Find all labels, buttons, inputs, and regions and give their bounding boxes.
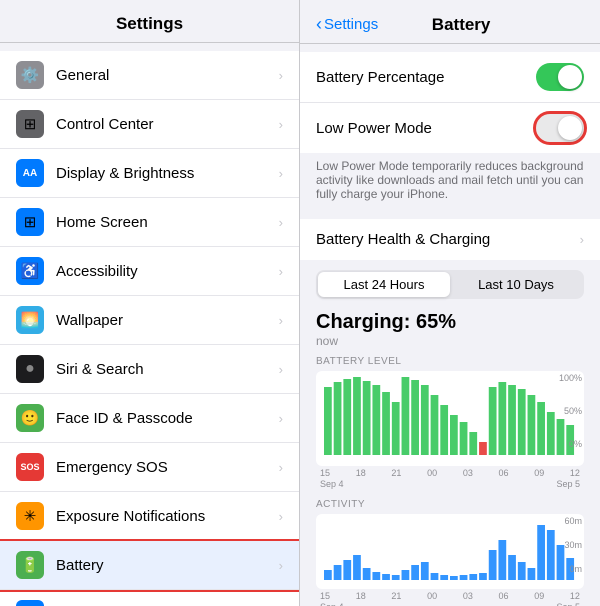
faceid-label: Face ID & Passcode	[56, 410, 279, 427]
sidebar-item-home-screen[interactable]: ⊞ Home Screen›	[0, 198, 299, 247]
battery-percentage-toggle[interactable]	[536, 63, 584, 91]
display-chevron-icon: ›	[279, 166, 283, 181]
left-header: Settings	[0, 0, 299, 43]
sidebar-item-battery[interactable]: 🔋 Battery›	[0, 541, 299, 590]
battery-chart-container: 100% 50% 0%	[316, 371, 584, 466]
battery-percentage-label: Battery Percentage	[316, 69, 536, 86]
battery-chevron-icon: ›	[279, 558, 283, 573]
accessibility-icon: ♿	[16, 257, 44, 285]
display-icon: AA	[16, 159, 44, 187]
privacy-icon: 🤚	[16, 600, 44, 606]
battery-date-labels: Sep 4 Sep 5	[316, 479, 584, 489]
low-power-description: Low Power Mode temporarily reduces backg…	[300, 153, 600, 211]
sidebar-item-control-center[interactable]: ⊞ Control Center›	[0, 100, 299, 149]
exposure-chevron-icon: ›	[279, 509, 283, 524]
wallpaper-label: Wallpaper	[56, 312, 279, 329]
siri-label: Siri & Search	[56, 361, 279, 378]
battery-health-row[interactable]: Battery Health & Charging ›	[300, 219, 600, 260]
sidebar-item-siri[interactable]: ● Siri & Search›	[0, 345, 299, 394]
control-center-chevron-icon: ›	[279, 117, 283, 132]
battery-icon: 🔋	[16, 551, 44, 579]
activity-y-30-label: 30m	[564, 540, 582, 550]
sidebar-item-general[interactable]: ⚙️ General›	[0, 51, 299, 100]
home-screen-chevron-icon: ›	[279, 215, 283, 230]
settings-list: ⚙️General›⊞Control Center›AADisplay & Br…	[0, 51, 299, 606]
exposure-icon: ✳	[16, 502, 44, 530]
activity-section: ACTIVITY 60m 30m 0m	[300, 493, 600, 606]
back-chevron-icon: ‹	[316, 14, 322, 35]
right-header: ‹ Settings Battery	[300, 0, 600, 44]
control-center-icon: ⊞	[16, 110, 44, 138]
low-power-toggle[interactable]	[536, 114, 584, 142]
battery-right-panel: ‹ Settings Battery Battery Percentage Lo…	[300, 0, 600, 606]
siri-chevron-icon: ›	[279, 362, 283, 377]
exposure-label: Exposure Notifications	[56, 508, 279, 525]
accessibility-label: Accessibility	[56, 263, 279, 280]
sidebar-item-accessibility[interactable]: ♿ Accessibility›	[0, 247, 299, 296]
left-title: Settings	[16, 14, 283, 34]
tab-10days[interactable]: Last 10 Days	[450, 272, 582, 297]
right-title: Battery	[378, 15, 544, 35]
settings-group-0: ⚙️General›⊞Control Center›AADisplay & Br…	[0, 51, 299, 606]
sidebar-item-faceid[interactable]: 🙂 Face ID & Passcode›	[0, 394, 299, 443]
battery-level-section: BATTERY LEVEL 100% 50% 0%	[300, 350, 600, 493]
battery-health-label: Battery Health & Charging	[316, 231, 580, 248]
activity-x-labels: 15 18 21 00 03 06 09 12	[316, 591, 584, 601]
battery-health-chevron-icon: ›	[580, 232, 584, 247]
low-power-label: Low Power Mode	[316, 120, 536, 137]
wallpaper-icon: 🌅	[16, 306, 44, 334]
battery-percentage-row[interactable]: Battery Percentage	[300, 52, 600, 103]
general-label: General	[56, 67, 279, 84]
sidebar-item-exposure[interactable]: ✳ Exposure Notifications›	[0, 492, 299, 541]
back-label: Settings	[324, 16, 378, 33]
battery-x-labels: 15 18 21 00 03 06 09 12	[316, 468, 584, 478]
settings-left-panel: Settings ⚙️General›⊞Control Center›AADis…	[0, 0, 300, 606]
y-100-label: 100%	[559, 373, 582, 383]
control-center-label: Control Center	[56, 116, 279, 133]
emergency-icon: SOS	[16, 453, 44, 481]
activity-y-60-label: 60m	[564, 516, 582, 526]
low-power-toggle-thumb	[558, 116, 582, 140]
display-label: Display & Brightness	[56, 165, 279, 182]
sidebar-item-privacy[interactable]: 🤚Privacy & Security›	[0, 590, 299, 606]
activity-y-0-label: 0m	[569, 564, 582, 574]
charging-time: now	[316, 334, 584, 348]
accessibility-chevron-icon: ›	[279, 264, 283, 279]
emergency-label: Emergency SOS	[56, 459, 279, 476]
sidebar-item-wallpaper[interactable]: 🌅 Wallpaper›	[0, 296, 299, 345]
tab-24hours[interactable]: Last 24 Hours	[318, 272, 450, 297]
activity-chart-container: 60m 30m 0m	[316, 514, 584, 589]
activity-date-labels: Sep 4 Sep 5	[316, 602, 584, 606]
general-chevron-icon: ›	[279, 68, 283, 83]
sidebar-item-emergency[interactable]: SOS Emergency SOS›	[0, 443, 299, 492]
faceid-chevron-icon: ›	[279, 411, 283, 426]
battery-level-label: BATTERY LEVEL	[316, 356, 584, 367]
battery-level-chart	[324, 377, 576, 457]
y-50-label: 50%	[564, 406, 582, 416]
faceid-icon: 🙂	[16, 404, 44, 432]
charging-info: Charging: 65% now	[300, 307, 600, 350]
toggle-thumb	[558, 65, 582, 89]
y-0-label: 0%	[569, 439, 582, 449]
battery-label: Battery	[56, 557, 279, 574]
wallpaper-chevron-icon: ›	[279, 313, 283, 328]
low-power-row[interactable]: Low Power Mode	[300, 103, 600, 153]
time-tabs: Last 24 Hours Last 10 Days	[316, 270, 584, 299]
sidebar-item-display[interactable]: AA Display & Brightness›	[0, 149, 299, 198]
right-content: Battery Percentage Low Power Mode Low Po…	[300, 44, 600, 606]
emergency-chevron-icon: ›	[279, 460, 283, 475]
activity-label: ACTIVITY	[316, 499, 584, 510]
home-screen-icon: ⊞	[16, 208, 44, 236]
toggle-section: Battery Percentage Low Power Mode	[300, 52, 600, 153]
general-icon: ⚙️	[16, 61, 44, 89]
home-screen-label: Home Screen	[56, 214, 279, 231]
activity-chart	[324, 520, 576, 580]
charging-percent: Charging: 65%	[316, 311, 584, 334]
back-button[interactable]: ‹ Settings	[316, 14, 378, 35]
siri-icon: ●	[16, 355, 44, 383]
